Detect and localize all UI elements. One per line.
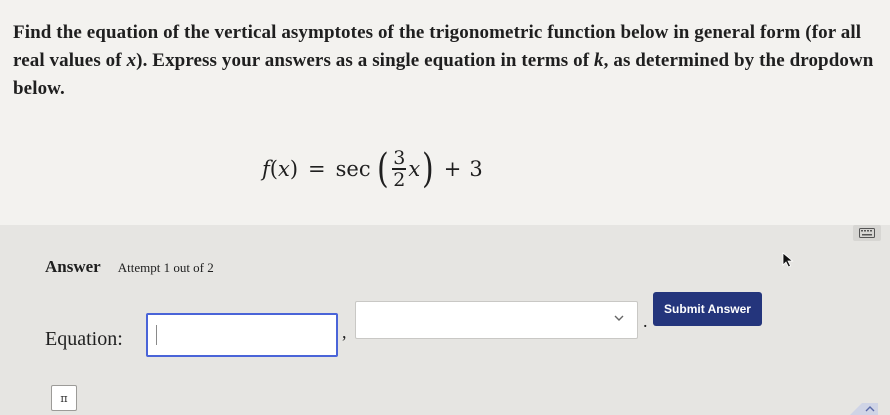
question-var-k: k (594, 50, 604, 71)
mouse-pointer-icon (782, 252, 794, 268)
formula-constant: 3 (469, 157, 483, 181)
equation-input[interactable] (146, 313, 338, 357)
formula-plus: + (443, 157, 462, 181)
answer-panel: Answer Attempt 1 out of 2 Equation: , . … (0, 225, 890, 415)
answer-header: Answer Attempt 1 out of 2 (45, 257, 214, 277)
formula-equals: = (308, 157, 326, 181)
period-separator: . (643, 311, 648, 331)
formula-paren-close: ) (422, 146, 434, 192)
equation-label: Equation: (45, 328, 123, 350)
answer-title: Answer (45, 257, 101, 276)
formula-denominator: 2 (393, 168, 406, 191)
formula-func: sec (335, 157, 371, 181)
k-domain-dropdown[interactable] (355, 301, 638, 339)
function-formula: f(x) = sec ( 3 2 x ) + 3 (262, 144, 483, 194)
formula-paren-open: ( (376, 146, 389, 192)
question-var-x: x (126, 50, 137, 71)
chevron-down-icon (614, 315, 624, 321)
comma-separator: , (342, 322, 347, 342)
text-caret (156, 325, 157, 345)
formula-lhs-open: ( (269, 157, 278, 181)
formula-inner-var: x (408, 157, 421, 181)
question-text: Find the equation of the vertical asympt… (13, 19, 881, 103)
formula-lhs-close: ) (289, 157, 299, 181)
formula-fn-name: f (262, 157, 270, 181)
corner-widget-icon[interactable] (848, 397, 880, 415)
keyboard-icon[interactable] (853, 225, 881, 241)
formula-fraction: 3 2 (391, 148, 407, 190)
submit-answer-button[interactable]: Submit Answer (653, 292, 762, 326)
formula-numerator: 3 (393, 147, 406, 170)
question-part-2: ). Express your answers as a single equa… (136, 50, 595, 71)
pi-button[interactable]: π (51, 385, 77, 411)
attempt-counter: Attempt 1 out of 2 (117, 260, 214, 275)
formula-lhs-var: x (277, 157, 290, 181)
